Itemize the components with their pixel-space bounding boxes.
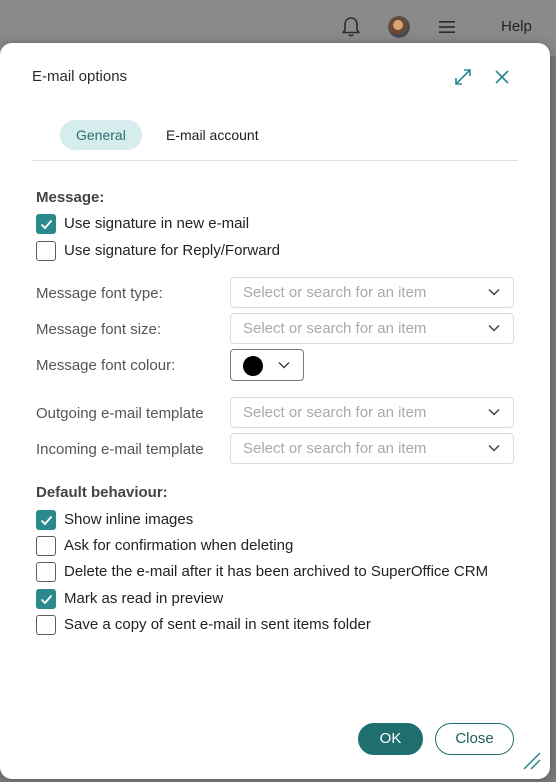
checkbox-label: Delete the e-mail after it has been arch… <box>64 563 489 580</box>
font-colour-picker[interactable] <box>230 349 304 381</box>
close-button[interactable]: Close <box>435 723 514 755</box>
bell-icon[interactable] <box>341 16 361 38</box>
tab-email-account[interactable]: E-mail account <box>150 120 275 150</box>
close-icon[interactable] <box>491 66 513 88</box>
hamburger-menu-icon[interactable] <box>438 19 456 35</box>
checkmark-icon <box>40 219 53 230</box>
select-placeholder: Select or search for an item <box>243 320 427 337</box>
tabs-divider <box>32 160 518 161</box>
checkbox-label: Mark as read in preview <box>64 590 224 607</box>
expand-icon[interactable] <box>452 66 474 88</box>
checkbox-unchecked[interactable] <box>36 241 56 261</box>
font-type-label: Message font type: <box>36 285 163 302</box>
message-section-title: Message: <box>36 189 105 206</box>
select-placeholder: Select or search for an item <box>243 440 427 457</box>
show-inline-images-checkbox[interactable]: Show inline images <box>36 510 236 530</box>
checkbox-unchecked[interactable] <box>36 615 56 635</box>
checkbox-label: Ask for confirmation when deleting <box>64 537 294 554</box>
tab-general[interactable]: General <box>60 120 142 150</box>
font-type-select[interactable]: Select or search for an item <box>230 277 514 308</box>
select-placeholder: Select or search for an item <box>243 404 427 421</box>
default-behaviour-section-title: Default behaviour: <box>36 484 168 501</box>
dialog-title: E-mail options <box>32 68 128 85</box>
colour-swatch <box>243 356 263 376</box>
confirm-delete-checkbox[interactable]: Ask for confirmation when deleting <box>36 536 336 556</box>
checkbox-checked[interactable] <box>36 214 56 234</box>
chevron-down-icon <box>488 324 500 332</box>
mark-as-read-checkbox[interactable]: Mark as read in preview <box>36 589 256 609</box>
chevron-down-icon <box>488 408 500 416</box>
checkbox-checked[interactable] <box>36 589 56 609</box>
outgoing-template-select[interactable]: Select or search for an item <box>230 397 514 428</box>
chevron-down-icon <box>278 361 290 369</box>
checkbox-label: Save a copy of sent e-mail in sent items… <box>64 616 371 633</box>
delete-after-archive-checkbox[interactable]: Delete the e-mail after it has been arch… <box>36 562 516 582</box>
checkbox-label: Show inline images <box>64 511 194 528</box>
checkbox-unchecked[interactable] <box>36 562 56 582</box>
checkbox-unchecked[interactable] <box>36 536 56 556</box>
use-signature-new-email-checkbox[interactable]: Use signature in new e-mail <box>36 214 296 234</box>
avatar[interactable] <box>388 16 410 38</box>
checkmark-icon <box>40 515 53 526</box>
resize-handle-icon[interactable] <box>520 749 542 771</box>
font-size-label: Message font size: <box>36 321 162 338</box>
checkmark-icon <box>40 594 53 605</box>
incoming-template-label: Incoming e-mail template <box>36 441 204 458</box>
outgoing-template-label: Outgoing e-mail template <box>36 405 204 422</box>
checkbox-checked[interactable] <box>36 510 56 530</box>
chevron-down-icon <box>488 444 500 452</box>
font-size-select[interactable]: Select or search for an item <box>230 313 514 344</box>
ok-button[interactable]: OK <box>358 723 423 755</box>
save-sent-copy-checkbox[interactable]: Save a copy of sent e-mail in sent items… <box>36 615 396 635</box>
checkbox-label: Use signature in new e-mail <box>64 215 250 232</box>
use-signature-reply-forward-checkbox[interactable]: Use signature for Reply/Forward <box>36 241 336 261</box>
select-placeholder: Select or search for an item <box>243 284 427 301</box>
chevron-down-icon <box>488 288 500 296</box>
email-options-dialog: E-mail options General E-mail account Me… <box>0 43 550 779</box>
help-link[interactable]: Help <box>501 18 532 35</box>
incoming-template-select[interactable]: Select or search for an item <box>230 433 514 464</box>
checkbox-label: Use signature for Reply/Forward <box>64 242 280 259</box>
font-colour-label: Message font colour: <box>36 357 176 374</box>
